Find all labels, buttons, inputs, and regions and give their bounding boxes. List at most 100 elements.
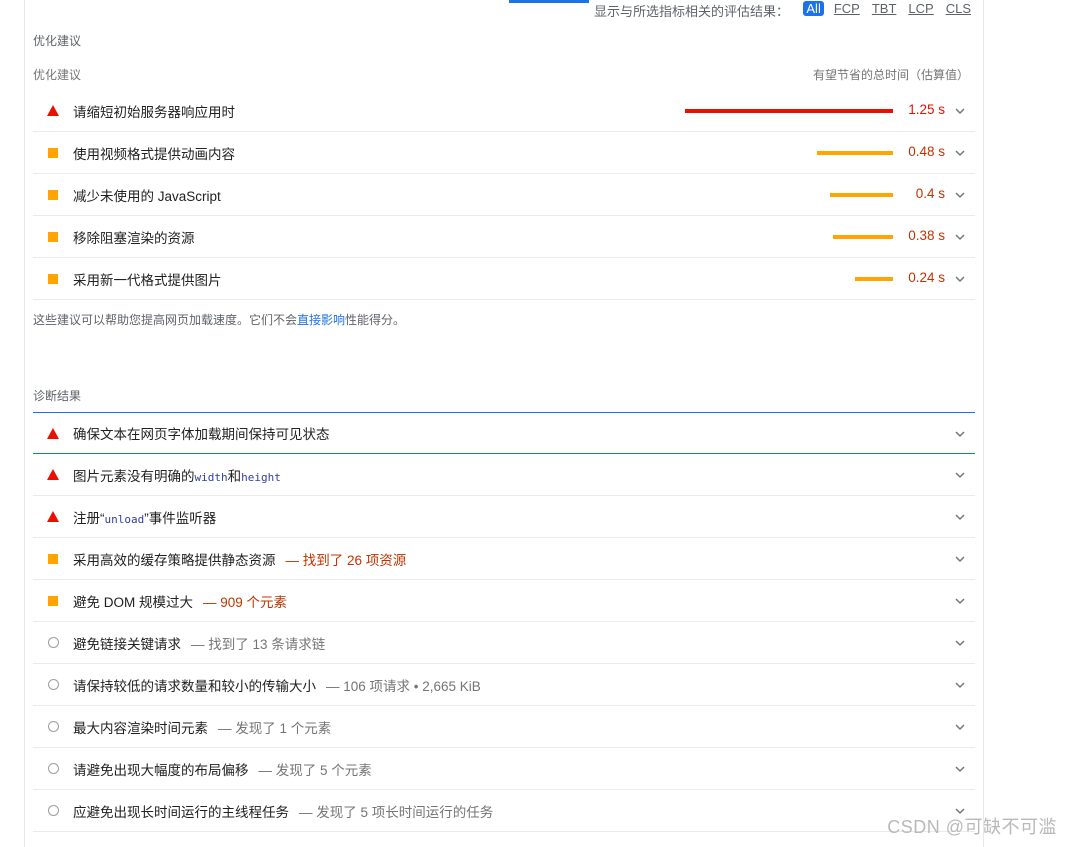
chevron-down-icon[interactable] xyxy=(953,468,967,482)
savings-bar xyxy=(830,193,893,197)
diagnostic-detail: — 909 个元素 xyxy=(203,594,288,610)
diagnostic-row[interactable]: 最大内容渲染时间元素 — 发现了 1 个元素 xyxy=(33,706,975,748)
opportunity-title: 移除阻塞渲染的资源 xyxy=(73,230,195,246)
metric-filter-label: 显示与所选指标相关的评估结果： xyxy=(593,4,789,19)
diagnostic-detail: — 找到了 13 条请求链 xyxy=(191,636,326,652)
savings-bar xyxy=(833,235,893,239)
opportunity-row[interactable]: 采用新一代格式提供图片 0.24 s xyxy=(33,258,975,300)
opportunity-row[interactable]: 请缩短初始服务器响应用时 1.25 s xyxy=(33,90,975,132)
chevron-down-icon[interactable] xyxy=(953,188,967,202)
average-square-icon xyxy=(33,231,73,242)
chevron-down-icon[interactable] xyxy=(953,427,967,441)
metric-filter-tbt[interactable]: TBT xyxy=(870,1,899,16)
fail-triangle-icon xyxy=(33,511,73,522)
active-tab-indicator xyxy=(509,0,589,3)
chevron-down-icon[interactable] xyxy=(953,552,967,566)
code-width: width xyxy=(194,470,228,484)
opportunities-column-left: 优化建议 xyxy=(33,68,82,82)
opportunity-title: 采用新一代格式提供图片 xyxy=(73,272,222,288)
diagnostic-title: 确保文本在网页字体加载期间保持可见状态 xyxy=(73,427,330,442)
direct-impact-link[interactable]: 直接影响 xyxy=(297,313,345,327)
info-circle-icon xyxy=(33,805,73,816)
diagnostic-title: 采用高效的缓存策略提供静态资源 xyxy=(73,552,276,568)
diagnostic-detail: — 106 项请求 • 2,665 KiB xyxy=(326,678,481,694)
diagnostics-list: 确保文本在网页字体加载期间保持可见状态 图片元素没有明确的width和heigh… xyxy=(33,412,975,832)
metric-filter-all[interactable]: All xyxy=(803,1,824,16)
info-circle-icon xyxy=(33,637,73,648)
info-circle-icon xyxy=(33,721,73,732)
average-square-icon xyxy=(33,189,73,200)
opportunity-row[interactable]: 使用视频格式提供动画内容 0.48 s xyxy=(33,132,975,174)
lighthouse-report-panel: 显示与所选指标相关的评估结果： All FCP TBT LCP CLS 优化建议… xyxy=(24,0,984,847)
diagnostic-row[interactable]: 请避免出现大幅度的布局偏移 — 发现了 5 个元素 xyxy=(33,748,975,790)
diagnostic-detail: — 发现了 5 项长时间运行的任务 xyxy=(299,804,494,820)
diagnostic-title: 图片元素没有明确的width和height xyxy=(73,465,281,485)
savings-value: 0.24 s xyxy=(908,270,945,285)
savings-value: 0.38 s xyxy=(908,228,945,243)
diagnostic-title: 请避免出现大幅度的布局偏移 xyxy=(73,762,249,778)
opportunity-row[interactable]: 移除阻塞渲染的资源 0.38 s xyxy=(33,216,975,258)
diagnostic-detail: — 找到了 26 项资源 xyxy=(285,552,407,568)
chevron-down-icon[interactable] xyxy=(953,230,967,244)
title-text: 图片元素没有明确的 xyxy=(73,468,195,484)
diagnostic-title: 注册“unload”事件监听器 xyxy=(73,507,216,527)
diagnostic-row[interactable]: 确保文本在网页字体加载期间保持可见状态 xyxy=(33,412,975,454)
chevron-down-icon[interactable] xyxy=(953,146,967,160)
average-square-icon xyxy=(33,273,73,284)
savings-bar xyxy=(817,151,893,155)
chevron-down-icon[interactable] xyxy=(953,636,967,650)
diagnostic-detail: — 发现了 1 个元素 xyxy=(218,720,332,736)
savings-value: 0.4 s xyxy=(915,186,945,201)
savings-value: 0.48 s xyxy=(908,144,945,159)
title-text: ”事件监听器 xyxy=(144,510,217,526)
diagnostic-row[interactable]: 避免链接关键请求 — 找到了 13 条请求链 xyxy=(33,622,975,664)
diagnostic-title: 避免 DOM 规模过大 xyxy=(73,594,193,610)
diagnostic-row[interactable]: 请保持较低的请求数量和较小的传输大小 — 106 项请求 • 2,665 KiB xyxy=(33,664,975,706)
average-square-icon xyxy=(33,553,73,564)
diagnostic-title: 避免链接关键请求 xyxy=(73,636,181,652)
opportunity-title: 请缩短初始服务器响应用时 xyxy=(73,104,235,120)
csdn-watermark: CSDN @可缺不可滥 xyxy=(887,817,1057,837)
metric-filter-buttons: All FCP TBT LCP CLS xyxy=(803,1,973,16)
diagnostic-title: 请保持较低的请求数量和较小的传输大小 xyxy=(73,678,316,694)
fail-triangle-icon xyxy=(33,469,73,480)
fail-triangle-icon xyxy=(33,105,73,116)
opportunities-column-header: 优化建议 有望节省的总时间（估算值） xyxy=(33,66,975,88)
average-square-icon xyxy=(33,595,73,606)
opportunity-row[interactable]: 减少未使用的 JavaScript 0.4 s xyxy=(33,174,975,216)
savings-bar xyxy=(685,109,893,113)
chevron-down-icon[interactable] xyxy=(953,104,967,118)
diagnostic-row[interactable]: 避免 DOM 规模过大 — 909 个元素 xyxy=(33,580,975,622)
info-circle-icon xyxy=(33,763,73,774)
title-text: 注册“ xyxy=(73,510,105,526)
diagnostic-row[interactable]: 图片元素没有明确的width和height xyxy=(33,454,975,496)
diagnostic-row[interactable]: 采用高效的缓存策略提供静态资源 — 找到了 26 项资源 xyxy=(33,538,975,580)
diagnostic-title: 应避免出现长时间运行的主线程任务 xyxy=(73,804,289,820)
chevron-down-icon[interactable] xyxy=(953,678,967,692)
code-unload: unload xyxy=(104,512,145,526)
fail-triangle-icon xyxy=(33,427,73,439)
diagnostic-row[interactable]: 应避免出现长时间运行的主线程任务 — 发现了 5 项长时间运行的任务 xyxy=(33,790,975,832)
diagnostic-row[interactable]: 注册“unload”事件监听器 xyxy=(33,496,975,538)
metric-filter-lcp[interactable]: LCP xyxy=(906,1,935,16)
chevron-down-icon[interactable] xyxy=(953,594,967,608)
opportunity-title: 使用视频格式提供动画内容 xyxy=(73,146,235,162)
metric-filter-cls[interactable]: CLS xyxy=(944,1,973,16)
chevron-down-icon[interactable] xyxy=(953,510,967,524)
chevron-down-icon[interactable] xyxy=(953,272,967,286)
chevron-down-icon[interactable] xyxy=(953,720,967,734)
opportunity-title: 减少未使用的 JavaScript xyxy=(73,188,221,204)
note-text-before: 这些建议可以帮助您提高网页加载速度。它们不会 xyxy=(33,313,298,327)
metric-filter-fcp[interactable]: FCP xyxy=(832,1,862,16)
opportunities-column-right: 有望节省的总时间（估算值） xyxy=(812,68,969,82)
average-square-icon xyxy=(33,147,73,158)
code-height: height xyxy=(241,470,281,484)
diagnostic-title: 最大内容渲染时间元素 xyxy=(73,720,208,736)
diagnostic-detail: — 发现了 5 个元素 xyxy=(258,762,372,778)
note-text-after: 性能得分。 xyxy=(345,313,406,327)
chevron-down-icon[interactable] xyxy=(953,762,967,776)
opportunities-list: 请缩短初始服务器响应用时 1.25 s 使用视频格式提供动画内容 0.48 s … xyxy=(33,90,975,300)
savings-value: 1.25 s xyxy=(908,102,945,117)
opportunities-note: 这些建议可以帮助您提高网页加载速度。它们不会直接影响性能得分。 xyxy=(33,311,405,328)
savings-bar xyxy=(855,277,893,281)
